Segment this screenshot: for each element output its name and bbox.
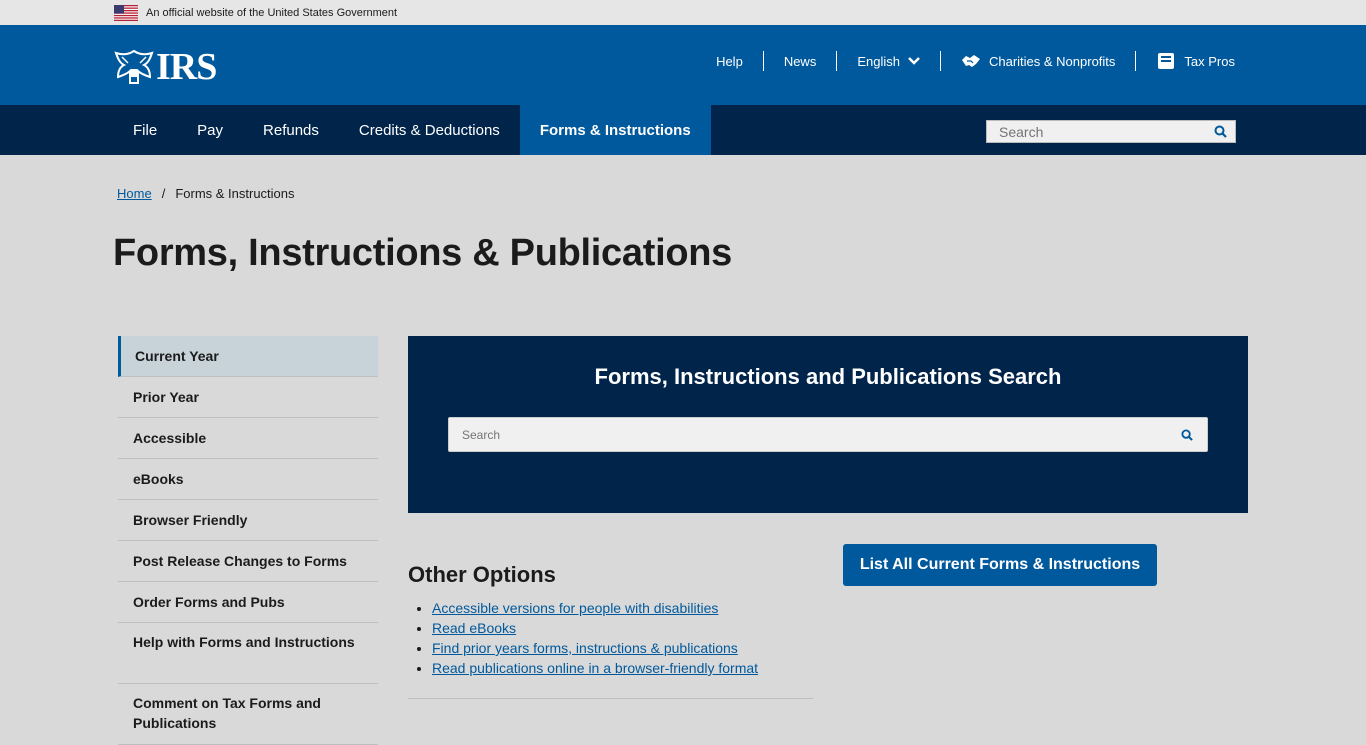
link-accessible-versions[interactable]: Accessible versions for people with disa…: [432, 600, 718, 616]
header-search-input[interactable]: [987, 121, 1205, 142]
list-all-forms-button[interactable]: List All Current Forms & Instructions: [843, 544, 1157, 586]
eagle-icon: [114, 49, 154, 84]
gov-banner-text: An official website of the United States…: [146, 6, 398, 19]
header-search-button[interactable]: [1205, 121, 1235, 142]
link-read-ebooks[interactable]: Read eBooks: [432, 620, 516, 636]
main-nav: File Pay Refunds Credits & Deductions Fo…: [0, 105, 1366, 155]
breadcrumb-current: Forms & Instructions: [175, 186, 295, 201]
sidebar-item-browser-friendly[interactable]: Browser Friendly: [118, 500, 378, 541]
forms-search-input[interactable]: [449, 418, 1167, 451]
site-header: IRS Help News English Charities & Nonpro…: [0, 25, 1366, 105]
nav-forms-instructions[interactable]: Forms & Instructions: [519, 105, 711, 155]
page-title: Forms, Instructions & Publications: [113, 232, 732, 274]
chevron-down-icon: [908, 57, 920, 65]
forms-search-title: Forms, Instructions and Publications Sea…: [594, 364, 1062, 389]
util-taxpros-label: Tax Pros: [1184, 53, 1235, 69]
nav-file[interactable]: File: [113, 105, 177, 155]
sidebar-nav: Current Year Prior Year Accessible eBook…: [118, 336, 378, 745]
header-search: [986, 120, 1236, 143]
sidebar-item-prior-year[interactable]: Prior Year: [118, 377, 378, 418]
forms-search-box: [448, 417, 1208, 452]
sidebar-item-ebooks[interactable]: eBooks: [118, 459, 378, 500]
util-news-link[interactable]: News: [762, 51, 837, 71]
search-icon: [1214, 125, 1227, 138]
util-help-link[interactable]: Help: [696, 51, 763, 71]
logo-text: IRS: [156, 46, 217, 88]
link-prior-years[interactable]: Find prior years forms, instructions & p…: [432, 640, 738, 656]
nav-pay[interactable]: Pay: [177, 105, 243, 155]
sidebar-item-post-release-changes[interactable]: Post Release Changes to Forms: [118, 541, 378, 582]
list-item: Read eBooks: [432, 618, 813, 638]
utility-nav: Help News English Charities & Nonprofits…: [696, 9, 1235, 89]
sidebar-item-help-forms[interactable]: Help with Forms and Instructions: [118, 623, 378, 684]
util-charities-label: Charities & Nonprofits: [988, 53, 1116, 69]
util-news-label: News: [783, 53, 817, 69]
other-options-title: Other Options: [408, 562, 556, 587]
language-label: English: [857, 53, 900, 69]
sidebar-item-comment-forms[interactable]: Comment on Tax Forms and Publications: [118, 684, 378, 745]
breadcrumb: Home / Forms & Instructions: [117, 186, 295, 201]
sidebar-item-current-year[interactable]: Current Year: [118, 336, 378, 377]
language-dropdown[interactable]: English: [836, 51, 940, 71]
breadcrumb-separator: /: [161, 186, 166, 201]
util-charities-link[interactable]: Charities & Nonprofits: [939, 51, 1135, 71]
us-flag-icon: [114, 4, 138, 21]
util-help-label: Help: [716, 53, 743, 69]
book-icon: [1158, 53, 1175, 69]
nav-credits-deductions[interactable]: Credits & Deductions: [339, 105, 520, 155]
irs-logo[interactable]: IRS: [114, 46, 217, 88]
breadcrumb-home-link[interactable]: Home: [117, 186, 152, 201]
search-icon: [1181, 428, 1193, 441]
nav-refunds[interactable]: Refunds: [243, 105, 339, 155]
handshake-icon: [961, 55, 980, 67]
sidebar-item-order-forms[interactable]: Order Forms and Pubs: [118, 582, 378, 623]
other-options: Other Options Accessible versions for pe…: [408, 562, 813, 699]
sidebar-item-accessible[interactable]: Accessible: [118, 418, 378, 459]
divider: [408, 698, 813, 699]
list-item: Find prior years forms, instructions & p…: [432, 638, 813, 658]
link-browser-friendly[interactable]: Read publications online in a browser-fr…: [432, 660, 758, 676]
forms-search-panel: Forms, Instructions and Publications Sea…: [408, 336, 1248, 513]
util-taxpros-link[interactable]: Tax Pros: [1135, 51, 1235, 71]
other-options-list: Accessible versions for people with disa…: [408, 598, 813, 678]
forms-search-button[interactable]: [1167, 418, 1207, 451]
list-item: Read publications online in a browser-fr…: [432, 658, 813, 678]
list-item: Accessible versions for people with disa…: [432, 598, 813, 618]
